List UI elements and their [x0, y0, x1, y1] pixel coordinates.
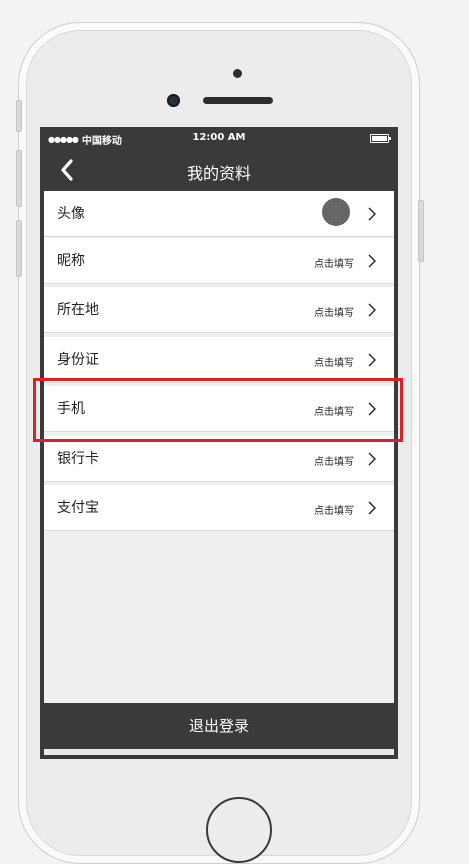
page-title: 我的资料 — [186, 164, 251, 183]
home-button[interactable] — [206, 797, 272, 863]
nav-bar: 我的资料 — [40, 149, 398, 191]
row-alipay[interactable]: 支付宝 点击填写 — [44, 485, 394, 531]
status-bar: ●●●●● 中国移动 12:00 AM — [40, 127, 398, 149]
row-avatar[interactable]: 头像 — [44, 191, 394, 237]
row-label: 昵称 — [57, 253, 85, 269]
chevron-right-icon — [368, 254, 376, 268]
phone-screen: ●●●●● 中国移动 12:00 AM 我的资料 头像 昵称 点击填写 所在地 … — [40, 127, 398, 759]
bottom-strip — [44, 749, 394, 755]
row-bank-card[interactable]: 银行卡 点击填写 — [44, 436, 394, 482]
volume-down-button[interactable] — [16, 220, 22, 277]
chevron-right-icon — [368, 452, 376, 466]
highlight-box — [33, 378, 403, 442]
power-button[interactable] — [418, 200, 424, 262]
row-hint: 点击填写 — [314, 259, 354, 270]
row-nickname[interactable]: 昵称 点击填写 — [44, 238, 394, 284]
row-id-card[interactable]: 身份证 点击填写 — [44, 337, 394, 383]
front-camera — [167, 94, 180, 107]
battery-icon — [370, 134, 391, 143]
chevron-right-icon — [368, 501, 376, 515]
row-label: 银行卡 — [57, 451, 99, 467]
mute-switch[interactable] — [16, 100, 22, 132]
row-label: 头像 — [57, 206, 85, 222]
row-label: 身份证 — [57, 352, 99, 368]
logout-button[interactable]: 退出登录 — [44, 704, 394, 749]
row-label: 支付宝 — [57, 500, 99, 516]
avatar — [322, 198, 350, 226]
row-hint: 点击填写 — [314, 457, 354, 468]
row-hint: 点击填写 — [314, 358, 354, 369]
earpiece-speaker — [203, 97, 273, 104]
row-hint: 点击填写 — [314, 506, 354, 517]
sensor-dot — [233, 69, 242, 78]
chevron-right-icon — [368, 207, 376, 221]
row-label: 所在地 — [57, 302, 99, 318]
profile-list: 头像 昵称 点击填写 所在地 点击填写 身份证 点击填写 手机 点击填写 银行卡… — [44, 191, 394, 703]
chevron-right-icon — [368, 303, 376, 317]
row-hint: 点击填写 — [314, 308, 354, 319]
status-time: 12:00 AM — [192, 132, 246, 143]
volume-up-button[interactable] — [16, 150, 22, 207]
row-location[interactable]: 所在地 点击填写 — [44, 287, 394, 333]
chevron-right-icon — [368, 353, 376, 367]
